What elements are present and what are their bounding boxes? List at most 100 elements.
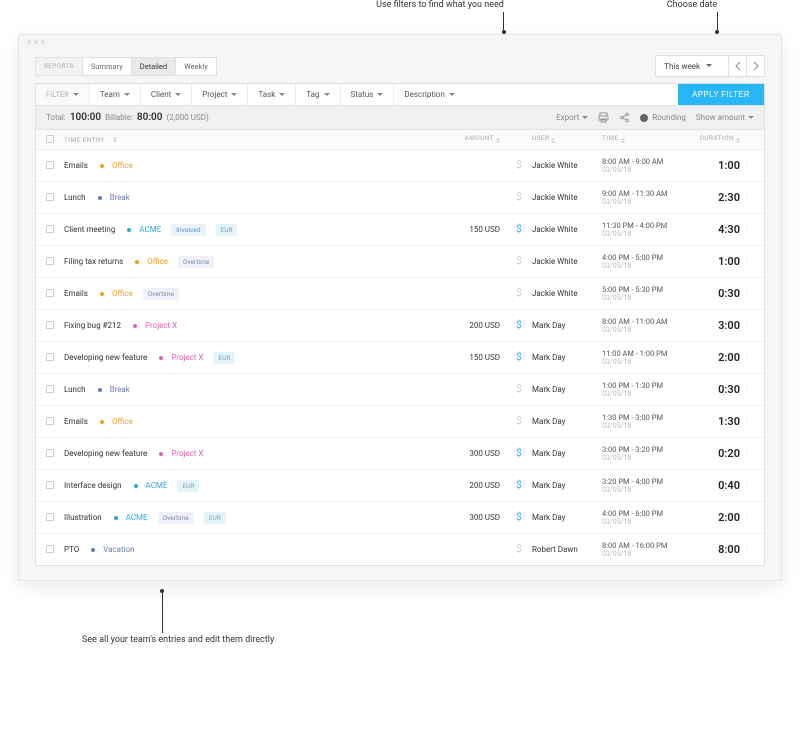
row-actions-icon[interactable]: ⋮	[744, 193, 751, 202]
chevron-left-icon	[735, 62, 741, 70]
user-cell: Mark Day	[532, 417, 602, 426]
filter-client[interactable]: Client	[141, 84, 192, 105]
row-checkbox[interactable]	[46, 417, 54, 425]
print-icon[interactable]	[598, 112, 609, 123]
rounding-toggle[interactable]: Rounding	[640, 113, 686, 122]
filter-team[interactable]: Team	[90, 84, 141, 105]
table-row[interactable]: Emails Office Overtime $ Jackie White 5:…	[36, 278, 764, 310]
row-actions-icon[interactable]: ⋮	[744, 161, 751, 170]
tab-summary[interactable]: Summary	[83, 58, 132, 75]
select-all-checkbox[interactable]	[46, 135, 54, 143]
table-row[interactable]: Fixing bug #212 Project X 200 USD $ Mark…	[36, 310, 764, 342]
row-actions-icon[interactable]: ⋮	[744, 225, 751, 234]
dollar-icon[interactable]: $	[516, 192, 522, 203]
row-checkbox[interactable]	[46, 385, 54, 393]
table-row[interactable]: Interface design ACME EUR 200 USD $ Mark…	[36, 470, 764, 502]
user-cell: Jackie White	[532, 225, 602, 234]
table-row[interactable]: PTO Vacation $ Robert Dawn 8:00 AM - 16:…	[36, 534, 764, 565]
table-row[interactable]: Illustration ACME OvertimeEUR 300 USD $ …	[36, 502, 764, 534]
project-dot-icon	[159, 356, 163, 360]
row-actions-icon[interactable]: ⋮	[744, 257, 751, 266]
row-checkbox[interactable]	[46, 353, 54, 361]
date-picker[interactable]: This week	[655, 55, 765, 77]
row-checkbox[interactable]	[46, 321, 54, 329]
filter-prefix[interactable]: FILTER	[36, 84, 90, 105]
table-row[interactable]: Filing tax returns Office Overtime $ Jac…	[36, 246, 764, 278]
row-actions-icon[interactable]: ⋮	[744, 481, 751, 490]
annotation-date: Choose date	[667, 0, 717, 10]
table-row[interactable]: Client meeting ACME InvoicedEUR 150 USD …	[36, 214, 764, 246]
col-duration[interactable]: DURATION	[700, 134, 734, 142]
dollar-icon[interactable]: $	[516, 480, 522, 491]
export-dropdown[interactable]: Export	[556, 113, 588, 122]
project-dot-icon	[100, 164, 104, 168]
user-cell: Mark Day	[532, 353, 602, 362]
badge-eur: EUR	[216, 224, 238, 236]
col-user[interactable]: USER	[532, 134, 549, 142]
date-label[interactable]: This week	[656, 58, 728, 75]
dollar-icon[interactable]: $	[516, 416, 522, 427]
filter-task[interactable]: Task	[248, 84, 296, 105]
row-checkbox[interactable]	[46, 257, 54, 265]
filter-status[interactable]: Status	[341, 84, 395, 105]
table-row[interactable]: Lunch Break $ Mark Day 1:00 PM - 1:30 PM…	[36, 374, 764, 406]
user-cell: Mark Day	[532, 513, 602, 522]
dollar-icon[interactable]: $	[516, 512, 522, 523]
dollar-icon[interactable]: $	[516, 384, 522, 395]
time-date: 03/05/18	[602, 550, 690, 558]
row-actions-icon[interactable]: ⋮	[744, 385, 751, 394]
row-checkbox[interactable]	[46, 545, 54, 553]
time-date: 03/05/18	[602, 262, 690, 270]
row-checkbox[interactable]	[46, 161, 54, 169]
filter-tag[interactable]: Tag	[296, 84, 340, 105]
row-checkbox[interactable]	[46, 449, 54, 457]
row-actions-icon[interactable]: ⋮	[744, 545, 751, 554]
dollar-icon[interactable]: $	[516, 224, 522, 235]
col-time[interactable]: TIME	[602, 134, 619, 142]
dollar-icon[interactable]: $	[516, 448, 522, 459]
date-next-button[interactable]	[746, 56, 764, 76]
project-dot-icon	[98, 388, 102, 392]
table-row[interactable]: Lunch Break $ Jackie White 9:00 AM - 11:…	[36, 182, 764, 214]
tab-detailed[interactable]: Detailed	[132, 58, 176, 75]
row-actions-icon[interactable]: ⋮	[744, 353, 751, 362]
row-actions-icon[interactable]: ⋮	[744, 289, 751, 298]
dollar-icon[interactable]: $	[516, 352, 522, 363]
project-name: Office	[112, 289, 133, 298]
row-checkbox[interactable]	[46, 481, 54, 489]
dollar-icon[interactable]: $	[516, 256, 522, 267]
row-actions-icon[interactable]: ⋮	[744, 417, 751, 426]
filter-project[interactable]: Project	[192, 84, 248, 105]
filter-bar: FILTER Team Client Project Task Tag Stat…	[35, 83, 765, 106]
row-checkbox[interactable]	[46, 225, 54, 233]
filter-description[interactable]: Description	[394, 84, 465, 105]
row-checkbox[interactable]	[46, 513, 54, 521]
row-checkbox[interactable]	[46, 193, 54, 201]
row-actions-icon[interactable]: ⋮	[744, 513, 751, 522]
total-value: 100:00	[70, 112, 101, 123]
show-amount-dropdown[interactable]: Show amount	[696, 113, 754, 122]
table-row[interactable]: Emails Office $ Mark Day 1:30 PM - 3:00 …	[36, 406, 764, 438]
share-icon[interactable]	[619, 112, 630, 123]
project-name: Office	[112, 161, 133, 170]
time-range: 3:00 PM - 3:20 PM	[602, 445, 690, 454]
tab-weekly[interactable]: Weekly	[176, 58, 216, 75]
row-actions-icon[interactable]: ⋮	[744, 321, 751, 330]
dollar-icon[interactable]: $	[516, 544, 522, 555]
row-actions-icon[interactable]: ⋮	[744, 449, 751, 458]
dollar-icon[interactable]: $	[516, 288, 522, 299]
table-row[interactable]: Developing new feature Project X 300 USD…	[36, 438, 764, 470]
duration-cell: 0:40	[718, 479, 740, 492]
app-window: REPORTS Summary Detailed Weekly This wee…	[18, 34, 782, 581]
project-name: Vacation	[103, 545, 134, 554]
row-checkbox[interactable]	[46, 289, 54, 297]
col-entry[interactable]: TIME ENTRY	[64, 136, 105, 144]
table-row[interactable]: Emails Office $ Jackie White 8:00 AM - 9…	[36, 150, 764, 182]
col-amount[interactable]: AMOUNT	[465, 134, 494, 142]
table-row[interactable]: Developing new feature Project X EUR 150…	[36, 342, 764, 374]
dollar-icon[interactable]: $	[516, 320, 522, 331]
duration-cell: 0:30	[718, 383, 740, 396]
apply-filter-button[interactable]: APPLY FILTER	[678, 84, 764, 105]
dollar-icon[interactable]: $	[516, 160, 522, 171]
date-prev-button[interactable]	[728, 56, 746, 76]
